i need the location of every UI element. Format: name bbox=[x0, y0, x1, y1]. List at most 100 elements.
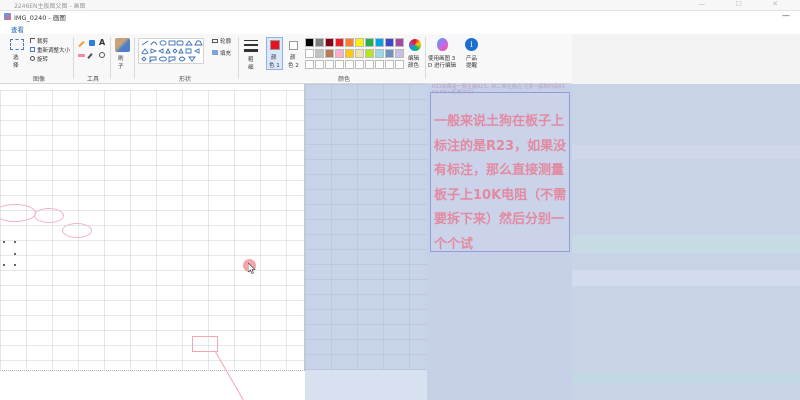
rotate-button[interactable]: 旋转 bbox=[37, 55, 48, 63]
palette-swatch[interactable] bbox=[335, 49, 344, 58]
background-band bbox=[572, 235, 800, 253]
text-icon[interactable]: A bbox=[99, 38, 105, 47]
background-band bbox=[572, 270, 800, 286]
selection-handle[interactable] bbox=[3, 264, 5, 266]
palette-swatch[interactable] bbox=[395, 60, 404, 69]
selection-handle[interactable] bbox=[14, 264, 16, 266]
palette-swatch[interactable] bbox=[365, 49, 374, 58]
selection-handle[interactable] bbox=[14, 253, 16, 255]
faded-oval bbox=[62, 223, 92, 238]
palette-swatch[interactable] bbox=[335, 60, 344, 69]
size-icon[interactable] bbox=[244, 40, 258, 54]
palette-swatch[interactable] bbox=[375, 49, 384, 58]
fill-bucket-icon[interactable] bbox=[89, 40, 95, 46]
rotate-icon[interactable] bbox=[30, 56, 35, 61]
palette-swatch[interactable] bbox=[365, 60, 374, 69]
pencil-icon[interactable] bbox=[78, 40, 85, 48]
palette-swatch[interactable] bbox=[385, 38, 394, 47]
palette-swatch[interactable] bbox=[305, 49, 314, 58]
select-button-sub[interactable]: 择 bbox=[13, 61, 19, 69]
product-alert-sub[interactable]: 提醒 bbox=[466, 61, 477, 69]
color-2-sub[interactable]: 色 2 bbox=[288, 61, 299, 69]
crop-icon[interactable] bbox=[30, 38, 35, 43]
select-icon[interactable] bbox=[10, 39, 24, 50]
resize-icon[interactable] bbox=[30, 47, 35, 52]
paint-3d-icon[interactable] bbox=[437, 38, 448, 51]
color-1-label[interactable]: 颜 bbox=[271, 53, 277, 61]
palette-swatch[interactable] bbox=[375, 38, 384, 47]
highlight-box bbox=[192, 336, 218, 352]
palette-swatch[interactable] bbox=[315, 38, 324, 47]
shapes-gallery[interactable] bbox=[138, 38, 204, 64]
palette-swatch[interactable] bbox=[335, 38, 344, 47]
palette-swatch[interactable] bbox=[375, 60, 384, 69]
group-label-colors: 颜色 bbox=[338, 76, 351, 83]
fill-button[interactable]: 填充 bbox=[220, 49, 231, 57]
background-window-title: 2246EN主板图父图 - 画图 bbox=[14, 3, 86, 10]
palette-swatch[interactable] bbox=[355, 49, 364, 58]
color-2-label[interactable]: 颜 bbox=[290, 53, 296, 61]
selection-handle[interactable] bbox=[3, 241, 5, 243]
color-palette bbox=[305, 38, 405, 71]
faded-table-image bbox=[0, 90, 305, 370]
table-image bbox=[305, 84, 427, 370]
background-window-controls: — ☐ ✕ bbox=[698, 0, 792, 8]
crop-button[interactable]: 裁剪 bbox=[37, 37, 48, 45]
palette-swatch[interactable] bbox=[305, 60, 314, 69]
info-icon[interactable]: i bbox=[465, 38, 478, 51]
outline-icon[interactable] bbox=[212, 39, 218, 43]
window-title: IMG_0240 - 画图 bbox=[14, 14, 66, 22]
magnifier-icon[interactable] bbox=[99, 52, 105, 58]
palette-swatch[interactable] bbox=[325, 38, 334, 47]
paint-app-icon bbox=[4, 13, 11, 20]
background-band bbox=[572, 372, 800, 384]
divider bbox=[73, 37, 74, 79]
minimize-icon[interactable]: — bbox=[782, 11, 790, 20]
divider bbox=[110, 37, 111, 79]
selection-handle[interactable] bbox=[14, 241, 16, 243]
palette-swatch[interactable] bbox=[315, 60, 324, 69]
palette-swatch[interactable] bbox=[355, 60, 364, 69]
edit-colors-icon[interactable] bbox=[409, 39, 421, 51]
paint-window: 2246EN主板图父图 - 画图 — ☐ ✕ IMG_0240 - 画图 — 查… bbox=[0, 0, 800, 400]
palette-swatch[interactable] bbox=[385, 60, 394, 69]
palette-swatch[interactable] bbox=[315, 49, 324, 58]
faded-oval bbox=[34, 208, 64, 223]
palette-swatch[interactable] bbox=[395, 38, 404, 47]
palette-swatch[interactable] bbox=[325, 49, 334, 58]
palette-swatch[interactable] bbox=[345, 38, 354, 47]
size-sub[interactable]: 细 bbox=[248, 63, 254, 71]
divider bbox=[425, 37, 426, 79]
resize-button[interactable]: 重新调整大小 bbox=[37, 46, 70, 54]
palette-swatch[interactable] bbox=[355, 38, 364, 47]
palette-swatch[interactable] bbox=[395, 49, 404, 58]
canvas-bottom-edge bbox=[0, 370, 305, 400]
title-bar: IMG_0240 - 画图 — bbox=[0, 11, 800, 23]
size-label[interactable]: 粗 bbox=[248, 55, 254, 63]
select-button-label[interactable]: 选 bbox=[13, 53, 19, 61]
mouse-pointer-icon bbox=[248, 263, 256, 274]
note-text[interactable]: 一般来说土狗在板子上标注的是R23，如果没有标注，那么直接测量板子上10K电阻（… bbox=[434, 110, 568, 257]
color-2-swatch[interactable] bbox=[289, 41, 298, 50]
fill-icon[interactable] bbox=[212, 50, 218, 55]
brush-icon[interactable] bbox=[115, 38, 130, 52]
palette-swatch[interactable] bbox=[345, 60, 354, 69]
palette-swatch[interactable] bbox=[365, 38, 374, 47]
color-picker-icon[interactable] bbox=[87, 53, 93, 59]
brushes-sub[interactable]: 子 bbox=[118, 62, 124, 70]
paint-3d-sub[interactable]: D 进行编辑 bbox=[428, 61, 456, 69]
background-band bbox=[572, 145, 800, 159]
eraser-icon[interactable] bbox=[78, 54, 85, 57]
palette-swatch[interactable] bbox=[385, 49, 394, 58]
outline-button[interactable]: 轮廓 bbox=[220, 37, 231, 45]
color-1-sub[interactable]: 色 1 bbox=[269, 61, 280, 69]
palette-swatch[interactable] bbox=[345, 49, 354, 58]
group-label-tools: 工具 bbox=[87, 76, 100, 83]
brushes-label[interactable]: 刷 bbox=[118, 54, 124, 62]
edit-colors-sub[interactable]: 颜色 bbox=[408, 61, 419, 69]
group-label-image: 图像 bbox=[33, 76, 46, 83]
menu-bar: 查看 bbox=[0, 23, 800, 35]
palette-swatch[interactable] bbox=[325, 60, 334, 69]
color-1-swatch[interactable] bbox=[270, 40, 280, 50]
palette-swatch[interactable] bbox=[305, 38, 314, 47]
